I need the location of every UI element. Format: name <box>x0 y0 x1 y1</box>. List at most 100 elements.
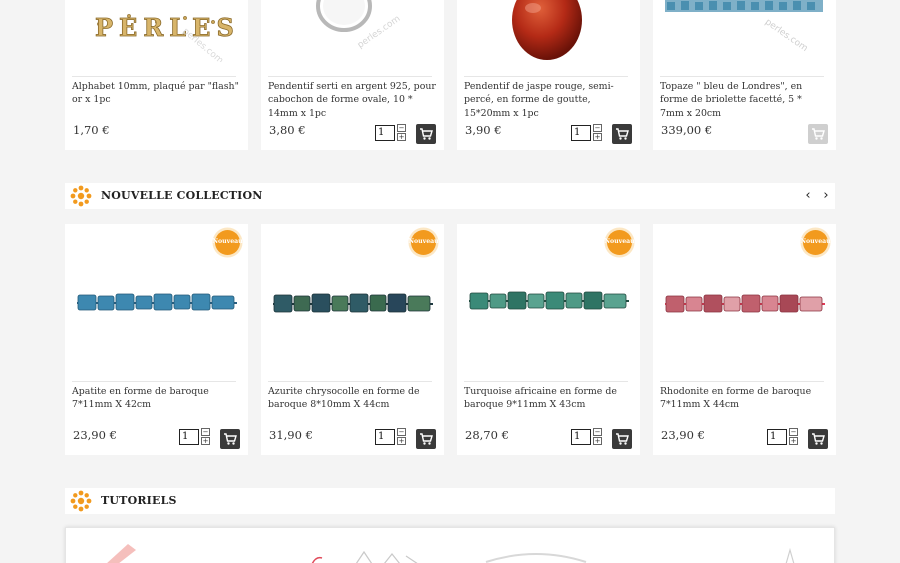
cart-icon <box>224 433 237 445</box>
section-header-nouvelle-collection: NOUVELLE COLLECTION ‹ › <box>65 183 835 209</box>
product-image[interactable]: PERLES perles.com <box>65 0 248 62</box>
quantity-input[interactable]: 1 <box>375 429 395 445</box>
cart-icon <box>812 128 825 140</box>
top-products-row: PERLES perles.com Alphabet 10mm, plaqué … <box>65 0 836 150</box>
product-price: 3,80 € <box>269 123 306 137</box>
quantity-stepper[interactable]: 1 − + <box>375 428 406 445</box>
tutorials-panel[interactable] <box>65 527 835 563</box>
product-price: 1,70 € <box>73 123 110 137</box>
card-separator <box>72 381 236 382</box>
add-to-cart-button[interactable] <box>220 429 240 449</box>
product-image-topaz: perles.com <box>665 0 823 54</box>
product-name[interactable]: Azurite chrysocolle en forme de baroque … <box>268 385 436 412</box>
quantity-stepper[interactable]: 1 − + <box>571 428 602 445</box>
card-separator <box>660 381 824 382</box>
quantity-stepper[interactable]: 1 − + <box>375 124 406 141</box>
product-image[interactable] <box>457 0 640 62</box>
quantity-decrease-button[interactable]: − <box>201 428 210 436</box>
quantity-input[interactable]: 1 <box>571 125 591 141</box>
watermark-text: perles.com <box>356 14 403 51</box>
badge-label: Nouveau <box>212 238 243 245</box>
card-separator <box>464 381 628 382</box>
quantity-increase-button[interactable]: + <box>397 133 406 141</box>
product-name[interactable]: Turquoise africaine en forme de baroque … <box>464 385 632 412</box>
card-separator <box>268 381 432 382</box>
beads-logo-icon <box>70 490 92 512</box>
beads-logo-icon <box>70 185 92 207</box>
product-price: 23,90 € <box>73 428 117 442</box>
product-card[interactable]: Nouveau Azurite chrysocolle en forme de … <box>261 224 444 455</box>
quantity-increase-button[interactable]: + <box>593 437 602 445</box>
product-name[interactable]: Topaze " bleu de Londres", en forme de b… <box>660 80 828 120</box>
quantity-decrease-button[interactable]: − <box>593 428 602 436</box>
quantity-decrease-button[interactable]: − <box>397 124 406 132</box>
quantity-increase-button[interactable]: + <box>397 437 406 445</box>
carousel-prev-button[interactable]: ‹ <box>801 187 815 205</box>
product-card[interactable]: Nouveau Apatite en forme de baroque 7*11… <box>65 224 248 455</box>
product-image-pendant: perles.com <box>316 0 403 51</box>
product-price: 339,00 € <box>661 123 713 137</box>
tutorial-thumbnails <box>107 544 795 563</box>
product-image-alphabet: PERLES perles.com <box>95 13 240 62</box>
nouvelle-collection-row: Nouveau Apatite en forme de baroque 7*11… <box>65 224 836 455</box>
add-to-cart-button-disabled[interactable] <box>808 124 828 144</box>
card-separator <box>72 76 236 77</box>
quantity-decrease-button[interactable]: − <box>593 124 602 132</box>
product-name[interactable]: Alphabet 10mm, plaqué par "flash" or x 1… <box>72 80 240 107</box>
product-image[interactable]: perles.com <box>653 0 836 62</box>
quantity-input[interactable]: 1 <box>571 429 591 445</box>
quantity-increase-button[interactable]: + <box>789 437 798 445</box>
cart-icon <box>616 128 629 140</box>
quantity-stepper[interactable]: 1 − + <box>179 428 210 445</box>
product-price: 31,90 € <box>269 428 313 442</box>
quantity-decrease-button[interactable]: − <box>789 428 798 436</box>
quantity-stepper[interactable]: 1 − + <box>767 428 798 445</box>
add-to-cart-button[interactable] <box>808 429 828 449</box>
product-name[interactable]: Pendentif serti en argent 925, pour cabo… <box>268 80 436 120</box>
product-card[interactable]: Nouveau Rhodonite en forme de baroque 7*… <box>653 224 836 455</box>
product-image[interactable]: perles.com <box>261 0 444 62</box>
badge-label: Nouveau <box>604 238 635 245</box>
card-separator <box>268 76 432 77</box>
product-card[interactable]: perles.com Topaze " bleu de Londres", en… <box>653 0 836 150</box>
quantity-stepper[interactable]: 1 − + <box>571 124 602 141</box>
add-to-cart-button[interactable] <box>612 429 632 449</box>
quantity-input[interactable]: 1 <box>767 429 787 445</box>
carousel-next-button[interactable]: › <box>819 187 833 205</box>
nouveau-badge: Nouveau <box>604 227 635 258</box>
quantity-increase-button[interactable]: + <box>201 437 210 445</box>
product-name[interactable]: Rhodonite en forme de baroque 7*11mm X 4… <box>660 385 828 412</box>
watermark-text: perles.com <box>763 17 810 54</box>
cart-icon <box>420 128 433 140</box>
product-price: 3,90 € <box>465 123 502 137</box>
quantity-decrease-button[interactable]: − <box>397 428 406 436</box>
add-to-cart-button[interactable] <box>612 124 632 144</box>
quantity-increase-button[interactable]: + <box>593 133 602 141</box>
cart-icon <box>420 433 433 445</box>
quantity-input[interactable]: 1 <box>179 429 199 445</box>
badge-label: Nouveau <box>800 238 831 245</box>
cart-icon <box>812 433 825 445</box>
badge-label: Nouveau <box>408 238 439 245</box>
quantity-input[interactable]: 1 <box>375 125 395 141</box>
card-separator <box>464 76 628 77</box>
product-image-red-jasper <box>512 0 582 60</box>
card-separator <box>660 76 824 77</box>
section-header-tutoriels: TUTORIELS <box>65 488 835 514</box>
product-card[interactable]: PERLES perles.com Alphabet 10mm, plaqué … <box>65 0 248 150</box>
section-title: TUTORIELS <box>101 494 177 507</box>
product-card[interactable]: Pendentif de jaspe rouge, semi-percé, en… <box>457 0 640 150</box>
nouveau-badge: Nouveau <box>408 227 439 258</box>
cart-icon <box>616 433 629 445</box>
section-title: NOUVELLE COLLECTION <box>101 189 263 202</box>
add-to-cart-button[interactable] <box>416 124 436 144</box>
product-image-letters: PERLES <box>95 13 240 42</box>
product-price: 23,90 € <box>661 428 705 442</box>
add-to-cart-button[interactable] <box>416 429 436 449</box>
product-card[interactable]: perles.com Pendentif serti en argent 925… <box>261 0 444 150</box>
nouveau-badge: Nouveau <box>800 227 831 258</box>
nouveau-badge: Nouveau <box>212 227 243 258</box>
product-name[interactable]: Pendentif de jaspe rouge, semi-percé, en… <box>464 80 632 120</box>
product-name[interactable]: Apatite en forme de baroque 7*11mm X 42c… <box>72 385 240 412</box>
product-card[interactable]: Nouveau Turquoise africaine en forme de … <box>457 224 640 455</box>
